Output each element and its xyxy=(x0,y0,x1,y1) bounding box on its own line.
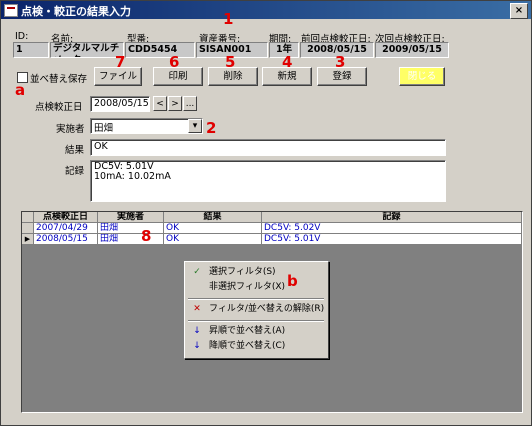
column-header-record[interactable]: 記録 xyxy=(262,212,522,223)
cell-person[interactable]: 田畑 xyxy=(98,223,164,234)
check-date-field[interactable]: 2008/05/15 xyxy=(90,96,150,112)
cell-date[interactable]: 2007/04/29 xyxy=(34,223,98,234)
prev-record-button[interactable]: < xyxy=(153,96,167,111)
record-line: 10mA: 10.02mA xyxy=(94,171,171,182)
next-check-date-value: 2009/05/15 xyxy=(375,42,449,58)
callout-2: 2 xyxy=(206,119,217,137)
context-menu: ✓ 選択フィルタ(S) 非選択フィルタ(X) ✕ フィルタ/並べ替えの解除(R)… xyxy=(184,261,329,359)
id-value: 1 xyxy=(13,42,49,58)
result-label: 結果 xyxy=(65,145,85,156)
menu-item-label: 降順で並べ替え(C) xyxy=(209,341,286,351)
menu-item-label: 選択フィルタ(S) xyxy=(209,267,276,277)
remove-filter-icon: ✕ xyxy=(193,304,201,314)
more-button[interactable]: ... xyxy=(183,96,197,111)
sort-descending-icon: ↓ xyxy=(193,341,201,351)
menu-separator xyxy=(188,320,324,322)
column-header-person[interactable]: 実施者 xyxy=(98,212,164,223)
menu-item-exclusion-filter[interactable]: 非選択フィルタ(X) xyxy=(187,280,325,295)
model-value: CDD5454 xyxy=(125,42,195,58)
menu-item-label: 非選択フィルタ(X) xyxy=(209,282,286,292)
row-selector[interactable]: ▶ xyxy=(22,234,34,245)
cell-person[interactable]: 田畑 xyxy=(98,234,164,245)
cell-result[interactable]: OK xyxy=(164,223,262,234)
row-selector[interactable] xyxy=(22,223,34,234)
sort-ascending-icon: ↓ xyxy=(193,326,201,336)
callout-7: 7 xyxy=(115,53,126,71)
close-button[interactable]: 閉じる xyxy=(399,67,445,86)
callout-5: 5 xyxy=(225,53,236,71)
menu-item-remove-filter[interactable]: ✕ フィルタ/並べ替えの解除(R) xyxy=(187,302,325,317)
record-textarea[interactable]: DC5V: 5.01V 10mA: 10.02mA xyxy=(90,160,446,202)
sort-save-label: 並べ替え保存 xyxy=(30,74,88,85)
table-row[interactable]: ▶ 2008/05/15 田畑 OK DC5V: 5.01V xyxy=(22,234,522,245)
name-value: デジタルマルチメーター xyxy=(50,42,124,58)
callout-8: 8 xyxy=(141,227,152,245)
close-window-button[interactable]: × xyxy=(510,3,528,19)
title-bar[interactable]: 点検・較正の結果入力 × xyxy=(1,1,531,19)
callout-b: b xyxy=(287,272,298,290)
callout-a: a xyxy=(15,81,26,99)
callout-4: 4 xyxy=(282,53,293,71)
callout-6: 6 xyxy=(169,53,180,71)
menu-item-label: フィルタ/並べ替えの解除(R) xyxy=(209,304,325,314)
id-label: ID: xyxy=(15,31,29,42)
callout-3: 3 xyxy=(335,53,346,71)
menu-separator xyxy=(188,298,324,300)
window-title: 点検・較正の結果入力 xyxy=(21,5,131,18)
person-value: 田畑 xyxy=(94,123,114,134)
person-label: 実施者 xyxy=(56,124,85,135)
menu-item-sort-ascending[interactable]: ↓ 昇順で並べ替え(A) xyxy=(187,324,325,339)
header-selector xyxy=(22,212,34,223)
filter-check-icon: ✓ xyxy=(193,267,201,277)
cell-record[interactable]: DC5V: 5.02V xyxy=(262,223,522,234)
dropdown-arrow-icon[interactable]: ▾ xyxy=(188,119,202,133)
result-field[interactable]: OK xyxy=(90,139,446,156)
grid-header-row: 点検較正日 実施者 結果 記録 xyxy=(22,212,522,223)
person-combobox[interactable]: 田畑 ▾ xyxy=(90,118,203,134)
column-header-date[interactable]: 点検較正日 xyxy=(34,212,98,223)
column-header-result[interactable]: 結果 xyxy=(164,212,262,223)
callout-1: 1 xyxy=(223,10,234,28)
cell-date[interactable]: 2008/05/15 xyxy=(34,234,98,245)
menu-item-selection-filter[interactable]: ✓ 選択フィルタ(S) xyxy=(187,265,325,280)
form-window: 点検・較正の結果入力 × ID: 名前: 型番: 資産番号: 期間: 前回点検較… xyxy=(0,0,532,426)
next-record-button[interactable]: > xyxy=(168,96,182,111)
check-date-label: 点検較正日 xyxy=(35,102,83,113)
menu-item-sort-descending[interactable]: ↓ 降順で並べ替え(C) xyxy=(187,339,325,354)
cell-result[interactable]: OK xyxy=(164,234,262,245)
record-label: 記録 xyxy=(65,166,85,177)
menu-item-label: 昇順で並べ替え(A) xyxy=(209,326,286,336)
form-icon xyxy=(4,4,18,17)
blank-icon xyxy=(190,281,204,294)
table-row[interactable]: 2007/04/29 田畑 OK DC5V: 5.02V xyxy=(22,223,522,234)
cell-record[interactable]: DC5V: 5.01V xyxy=(262,234,522,245)
